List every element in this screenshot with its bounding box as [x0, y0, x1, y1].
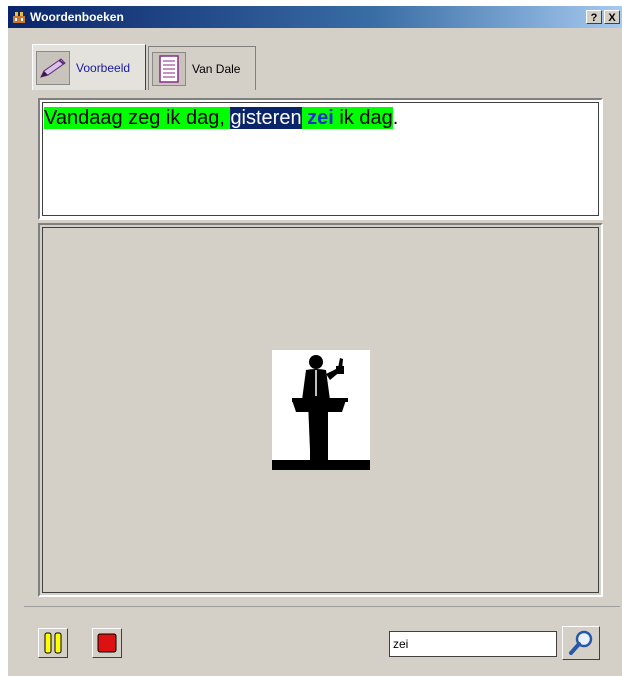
- sentence-segment: Vandaag zeg ik dag,: [44, 107, 231, 129]
- help-button[interactable]: ?: [586, 10, 602, 24]
- dictionary-window: Woordenboeken ? X Voorbeeld Van Dale Van…: [8, 6, 622, 676]
- window-title: Woordenboeken: [30, 10, 124, 24]
- tab-van-dale-label: Van Dale: [192, 61, 241, 76]
- stop-button[interactable]: [92, 628, 122, 658]
- sentence-segment: ik dag: [333, 107, 393, 129]
- document-icon: [152, 51, 186, 86]
- divider: [24, 606, 620, 607]
- magnifier-icon: [569, 630, 593, 655]
- search-input[interactable]: [389, 631, 557, 657]
- example-sentence: Vandaag zeg ik dag, gisteren zei ik dag.: [44, 105, 398, 131]
- sentence-search-word: zei: [307, 107, 334, 129]
- sentence-period: .: [392, 107, 399, 129]
- tab-van-dale[interactable]: Van Dale: [148, 46, 256, 90]
- search-button[interactable]: [562, 626, 600, 660]
- sentence-selected-word: gisteren: [230, 107, 302, 129]
- close-button[interactable]: X: [604, 10, 620, 24]
- stop-icon: [97, 633, 117, 653]
- pause-button[interactable]: [38, 628, 68, 658]
- app-icon: [13, 12, 25, 23]
- tab-voorbeeld-label: Voorbeeld: [76, 60, 131, 75]
- example-sentence-panel[interactable]: Vandaag zeg ik dag, gisteren zei ik dag.: [38, 98, 603, 220]
- illustration-panel: [38, 223, 603, 597]
- tab-voorbeeld[interactable]: Voorbeeld: [32, 44, 146, 90]
- speaker-at-podium-icon: [272, 350, 370, 470]
- pause-icon: [44, 632, 62, 654]
- pencil-icon: [36, 50, 70, 85]
- title-bar[interactable]: Woordenboeken ? X: [8, 6, 622, 28]
